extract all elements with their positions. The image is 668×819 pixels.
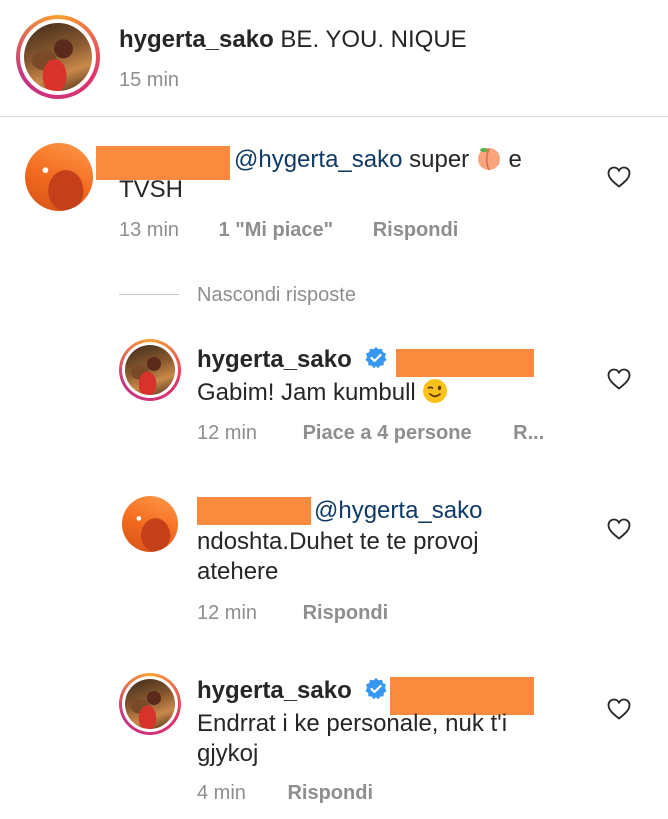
avatar[interactable] [25, 143, 93, 211]
reply-button[interactable]: Rispondi [303, 602, 389, 624]
like-heart-icon[interactable] [607, 698, 631, 720]
reply-text-line2: gjykoj [197, 740, 259, 767]
like-heart-icon[interactable] [607, 368, 631, 390]
caption-text: BE. YOU. NIQUE [280, 26, 467, 53]
reply-text-line1: ndoshta.Duhet te te provoj [197, 528, 479, 555]
reply-time: 12 min [197, 422, 258, 444]
likes-link[interactable]: Piace a 4 persone [303, 422, 472, 444]
like-heart-icon[interactable] [607, 166, 631, 188]
like-heart-icon[interactable] [607, 518, 631, 540]
comments-screen: hygerta_sako BE. YOU. NIQUE 15 min @hyge… [0, 0, 668, 819]
comment-text: super [409, 146, 470, 173]
reply-time: 4 min [197, 782, 246, 804]
wink-emoji [423, 379, 448, 403]
comment-text-line2: TVSH [119, 176, 184, 203]
reply-button[interactable]: Rispondi [373, 219, 459, 241]
peach-emoji [477, 148, 500, 171]
reply-text: Gabim! Jam kumbull [197, 379, 416, 406]
mention-link[interactable]: @hygerta_sako [234, 146, 402, 173]
reply-text-line1: Endrrat i ke personale, nuk t'i [197, 710, 508, 737]
comment-time: 13 min [119, 219, 180, 241]
avatar[interactable] [125, 679, 175, 729]
likes-link[interactable]: 1 "Mi piace" [219, 219, 334, 241]
redacted-username [197, 497, 311, 525]
reply-text-line2: atehere [197, 558, 279, 585]
thread-line [119, 294, 179, 295]
divider [0, 116, 668, 117]
redacted-mention [396, 349, 534, 377]
mention-link[interactable]: @hygerta_sako [314, 497, 482, 524]
avatar[interactable] [24, 23, 92, 91]
reply-username[interactable]: hygerta_sako [197, 677, 352, 704]
verified-badge-icon [365, 678, 388, 700]
caption-time: 15 min [119, 69, 180, 91]
comment-text-tail: e [508, 146, 522, 173]
reply-time: 12 min [197, 602, 258, 624]
reply-username[interactable]: hygerta_sako [197, 346, 352, 373]
avatar[interactable] [122, 496, 178, 552]
hide-replies-label[interactable]: Nascondi risposte [197, 283, 356, 307]
reply-button[interactable]: R... [513, 422, 544, 444]
avatar[interactable] [125, 345, 175, 395]
reply-button[interactable]: Rispondi [287, 782, 373, 804]
verified-badge-icon [365, 347, 388, 369]
caption-username[interactable]: hygerta_sako [119, 26, 274, 53]
